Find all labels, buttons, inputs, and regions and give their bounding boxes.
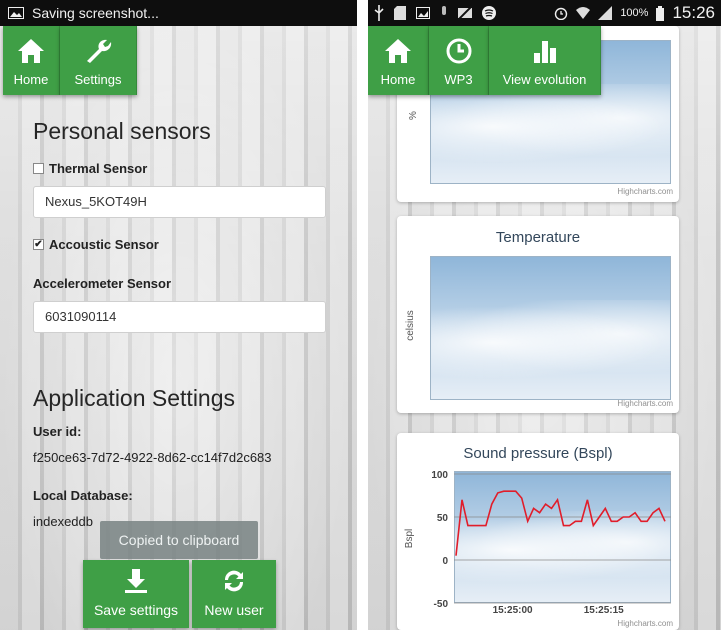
highcharts-credit[interactable]: Highcharts.com: [617, 399, 673, 408]
new-user-button[interactable]: New user: [192, 560, 276, 628]
personal-sensors-title: Personal sensors: [33, 118, 211, 144]
acoustic-sensor-checkbox[interactable]: ✔: [33, 239, 44, 250]
user-id-value[interactable]: f250ce63-7d72-4922-8d62-cc14f7d2c683: [33, 450, 327, 465]
settings-form: Personal sensors Thermal Sensor Nexus_5K…: [33, 118, 327, 529]
thermal-sensor-checkbox[interactable]: [33, 163, 44, 174]
highcharts-credit[interactable]: Highcharts.com: [617, 619, 673, 628]
view-evolution-button[interactable]: View evolution: [489, 26, 601, 95]
acoustic-sensor-label: Accoustic Sensor: [49, 237, 159, 252]
y-axis-label: Bspl: [404, 528, 416, 549]
settings-button[interactable]: Settings: [60, 26, 137, 95]
x-tick-label: 15:25:00: [493, 605, 533, 616]
spotify-icon: [482, 6, 496, 20]
clock-icon: [445, 37, 473, 72]
charts-screen: 100% 15:26 Home WP3 View evolution % Hig…: [368, 0, 721, 630]
y-tick-label: 100: [431, 470, 448, 481]
refresh-icon: [220, 567, 248, 598]
accelerometer-sensor-label: Accelerometer Sensor: [33, 276, 172, 291]
bar-chart-icon: [530, 37, 560, 72]
home-button[interactable]: Home: [3, 26, 60, 95]
x-tick-label: 15:25:15: [584, 605, 624, 616]
clock-time: 15:26: [672, 3, 715, 22]
sd-card-icon: [394, 6, 406, 20]
thermal-sensor-row[interactable]: Thermal Sensor: [33, 161, 327, 176]
accelerometer-sensor-field[interactable]: 6031090114: [33, 301, 326, 333]
thermal-sensor-label: Thermal Sensor: [49, 161, 148, 176]
status-bar: Saving screenshot...: [0, 0, 357, 26]
y-tick-label: -50: [434, 599, 449, 610]
series-line[interactable]: [455, 490, 666, 556]
wifi-icon: [576, 6, 591, 20]
settings-screen: Saving screenshot... Home Settings Perso…: [0, 0, 357, 630]
screenshot-icon: [8, 7, 24, 19]
y-axis-label: celsius: [404, 310, 416, 341]
wp3-button[interactable]: WP3: [429, 26, 489, 95]
new-user-label: New user: [204, 602, 264, 618]
status-text: Saving screenshot...: [32, 5, 159, 21]
home-label: Home: [380, 72, 416, 87]
battery-percent: 100%: [620, 7, 649, 19]
highcharts-credit[interactable]: Highcharts.com: [617, 187, 673, 196]
mic-icon: [440, 6, 448, 20]
y-tick-label: 50: [437, 513, 449, 524]
save-settings-button[interactable]: Save settings: [83, 560, 189, 628]
home-label: Home: [13, 72, 49, 87]
download-icon: [123, 567, 149, 598]
clipboard-toast: Copied to clipboard: [100, 521, 258, 559]
temperature-chart-title: Temperature: [495, 229, 581, 246]
local-database-label: Local Database:: [33, 488, 133, 503]
battery-icon: [656, 5, 665, 21]
top-nav: Home WP3 View evolution: [368, 26, 601, 95]
settings-label: Settings: [74, 72, 122, 87]
view-evolution-label: View evolution: [502, 72, 587, 87]
y-tick-label: 0: [442, 556, 448, 567]
status-bar: 100% 15:26: [368, 0, 721, 26]
temperature-chart-card: Temperature celsius Highcharts.com: [397, 216, 679, 413]
usb-icon: [374, 5, 384, 21]
acoustic-sensor-row[interactable]: ✔ Accoustic Sensor: [33, 237, 327, 252]
y-axis-label: %: [407, 111, 419, 120]
home-button[interactable]: Home: [368, 26, 429, 95]
image-icon: [416, 7, 430, 19]
wrench-icon: [83, 37, 113, 72]
thermal-sensor-field[interactable]: Nexus_5KOT49H: [33, 186, 326, 218]
chart-plot-area: [430, 256, 671, 400]
top-nav: Home Settings: [3, 26, 137, 95]
signal-icon: [598, 6, 613, 20]
alarm-icon: [554, 6, 568, 20]
home-icon: [383, 37, 413, 72]
save-settings-label: Save settings: [93, 602, 179, 618]
user-id-label: User id:: [33, 424, 82, 439]
wp3-label: WP3: [444, 72, 473, 87]
application-settings-title: Application Settings: [33, 385, 236, 411]
sound-pressure-chart-card: Sound pressure (Bspl) 100 50 0 -50 15:25:00 1…: [397, 433, 679, 630]
sound-pressure-chart: 100 50 0 -50 15:25:00 15:25:15: [431, 470, 671, 616]
muted-notification-icon: [458, 6, 472, 20]
home-icon: [16, 37, 46, 72]
